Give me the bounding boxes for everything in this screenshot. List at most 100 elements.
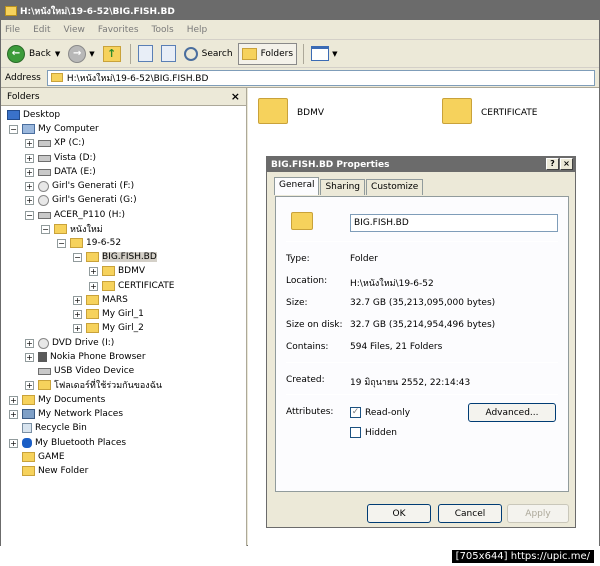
content-item-certificate[interactable]: CERTIFICATE bbox=[481, 108, 537, 118]
tree-item-recycle-bin[interactable]: Recycle Bin bbox=[22, 421, 87, 435]
tree-item-drive-f[interactable]: + Girl's Generati (F:) bbox=[25, 179, 134, 193]
tree-item-folder[interactable]: + CERTIFICATE bbox=[89, 279, 174, 293]
folder-icon[interactable] bbox=[442, 98, 472, 124]
expand-icon[interactable]: + bbox=[25, 167, 34, 177]
tree-item-desktop[interactable]: Desktop bbox=[7, 108, 60, 122]
collapse-icon[interactable]: − bbox=[25, 210, 34, 220]
help-icon[interactable]: ? bbox=[546, 158, 559, 170]
tree-item-shared[interactable]: + โฟลเดอร์ที่ใช้ร่วมกันของฉัน bbox=[25, 378, 162, 392]
tab-customize[interactable]: Customize bbox=[366, 179, 424, 195]
address-field[interactable]: H:\หนังใหม่\19-6-52\BIG.FISH.BD bbox=[46, 69, 595, 86]
expand-icon[interactable]: + bbox=[89, 266, 98, 276]
views-button[interactable]: ▼ bbox=[308, 43, 340, 65]
type-label: Type: bbox=[286, 254, 310, 264]
forward-button[interactable]: → ▼ bbox=[65, 43, 97, 65]
hidden-checkbox[interactable] bbox=[350, 427, 361, 438]
tree-item-my-computer[interactable]: − My Computer bbox=[9, 122, 99, 136]
expand-icon[interactable]: + bbox=[9, 395, 18, 405]
tree-item-drive-d[interactable]: + Vista (D:) bbox=[25, 151, 96, 165]
folder-icon bbox=[22, 466, 35, 476]
ok-button[interactable]: OK bbox=[367, 504, 431, 523]
tree-item-usb-video[interactable]: USB Video Device bbox=[38, 364, 134, 378]
collapse-icon[interactable]: − bbox=[73, 252, 82, 262]
close-icon[interactable]: × bbox=[231, 90, 240, 103]
tree-item-folder[interactable]: − 19-6-52 bbox=[57, 236, 121, 250]
back-button[interactable]: ← Back ▼ bbox=[4, 43, 63, 65]
up-button[interactable]: ↑ bbox=[100, 43, 124, 65]
tree-item-game[interactable]: GAME bbox=[22, 450, 65, 464]
close-icon[interactable]: × bbox=[560, 158, 573, 170]
properties-dialog: BIG.FISH.BD Properties ? × General Shari… bbox=[266, 156, 576, 528]
tree-item-my-documents[interactable]: + My Documents bbox=[9, 393, 105, 407]
readonly-checkbox[interactable]: ✓ bbox=[350, 407, 361, 418]
menu-help[interactable]: Help bbox=[187, 25, 208, 35]
expand-icon[interactable]: + bbox=[25, 138, 34, 148]
expand-icon[interactable]: + bbox=[25, 153, 34, 163]
folder-icon bbox=[5, 5, 17, 16]
content-item-bdmv[interactable]: BDMV bbox=[297, 108, 324, 118]
tab-general[interactable]: General bbox=[274, 177, 320, 195]
tree-item-drive-c[interactable]: + XP (C:) bbox=[25, 136, 85, 150]
tree-item-big-fish-bd[interactable]: − BIG.FISH.BD bbox=[73, 250, 157, 264]
tree-item-label: My Girl_2 bbox=[102, 323, 144, 333]
advanced-button[interactable]: Advanced... bbox=[468, 403, 556, 422]
tree-item-drive-e[interactable]: + DATA (E:) bbox=[25, 165, 96, 179]
folder-name-field[interactable]: BIG.FISH.BD bbox=[350, 214, 558, 232]
collapse-icon[interactable]: − bbox=[57, 238, 66, 248]
size-label: Size: bbox=[286, 298, 308, 308]
separator bbox=[129, 43, 131, 64]
expand-icon[interactable]: + bbox=[25, 181, 34, 191]
hidden-label: Hidden bbox=[365, 428, 397, 438]
location-value: H:\หนังใหม่\19-6-52 bbox=[350, 279, 434, 289]
expand-icon[interactable]: + bbox=[73, 295, 82, 305]
expand-icon[interactable]: + bbox=[25, 195, 34, 205]
created-value: 19 มิถุนายน 2552, 22:14:43 bbox=[350, 378, 471, 388]
tree-item-network[interactable]: + My Network Places bbox=[9, 407, 123, 421]
copy-to-button[interactable] bbox=[135, 43, 156, 65]
menu-tools[interactable]: Tools bbox=[152, 25, 174, 35]
tree-item-new-folder[interactable]: New Folder bbox=[22, 464, 88, 478]
address-value: H:\หนังใหม่\19-6-52\BIG.FISH.BD bbox=[66, 73, 209, 84]
tree-item-dvd-drive[interactable]: + DVD Drive (I:) bbox=[25, 336, 114, 350]
collapse-icon[interactable]: − bbox=[9, 124, 18, 134]
disc-icon bbox=[38, 180, 49, 192]
search-button[interactable]: Search bbox=[181, 43, 236, 65]
expand-icon[interactable]: + bbox=[25, 380, 34, 390]
tree-item-label: BIG.FISH.BD bbox=[102, 252, 157, 262]
apply-button[interactable]: Apply bbox=[507, 504, 569, 523]
tree-item-folder[interactable]: + My Girl_1 bbox=[73, 307, 144, 321]
tree-item-folder[interactable]: − หนังใหม่ bbox=[41, 222, 103, 236]
expand-icon[interactable]: + bbox=[25, 338, 34, 348]
tree-item-label: USB Video Device bbox=[54, 366, 135, 376]
expand-icon[interactable]: + bbox=[9, 409, 18, 419]
tab-sharing[interactable]: Sharing bbox=[320, 179, 366, 195]
menu-edit[interactable]: Edit bbox=[33, 25, 50, 35]
tree-item-bluetooth[interactable]: + My Bluetooth Places bbox=[9, 436, 126, 450]
folders-button[interactable]: Folders bbox=[237, 42, 298, 65]
tree-item-nokia[interactable]: + Nokia Phone Browser bbox=[25, 350, 146, 364]
folders-panel: Folders × Desktop − My Computer + XP (C:) … bbox=[1, 88, 247, 546]
tree-item-folder[interactable]: + MARS bbox=[73, 293, 128, 307]
collapse-icon[interactable]: − bbox=[41, 224, 50, 234]
folder-icon[interactable] bbox=[258, 98, 288, 124]
expand-icon[interactable]: + bbox=[73, 323, 82, 333]
watermark: [705x644] https://upic.me/ bbox=[451, 550, 594, 563]
tree-item-label: My Documents bbox=[38, 395, 106, 405]
expand-icon[interactable]: + bbox=[89, 281, 98, 291]
expand-icon[interactable]: + bbox=[73, 309, 82, 319]
move-to-button[interactable] bbox=[158, 43, 179, 65]
tree-item-label: ACER_P110 (H:) bbox=[54, 210, 126, 220]
tree-item-label: Girl's Generati (G:) bbox=[52, 195, 137, 205]
cancel-button[interactable]: Cancel bbox=[438, 504, 502, 523]
tree-item-folder[interactable]: + My Girl_2 bbox=[73, 321, 144, 335]
folders-label: Folders bbox=[260, 48, 294, 59]
expand-icon[interactable]: + bbox=[9, 438, 18, 448]
menu-file[interactable]: File bbox=[5, 25, 20, 35]
tree-item-drive-h[interactable]: − ACER_P110 (H:) bbox=[25, 208, 125, 222]
tree-item-folder[interactable]: + BDMV bbox=[89, 264, 145, 278]
expand-icon[interactable]: + bbox=[25, 352, 34, 362]
menu-favorites[interactable]: Favorites bbox=[98, 25, 139, 35]
tree-item-drive-g[interactable]: + Girl's Generati (G:) bbox=[25, 193, 137, 207]
menu-view[interactable]: View bbox=[64, 25, 85, 35]
chevron-down-icon: ▼ bbox=[54, 49, 61, 58]
